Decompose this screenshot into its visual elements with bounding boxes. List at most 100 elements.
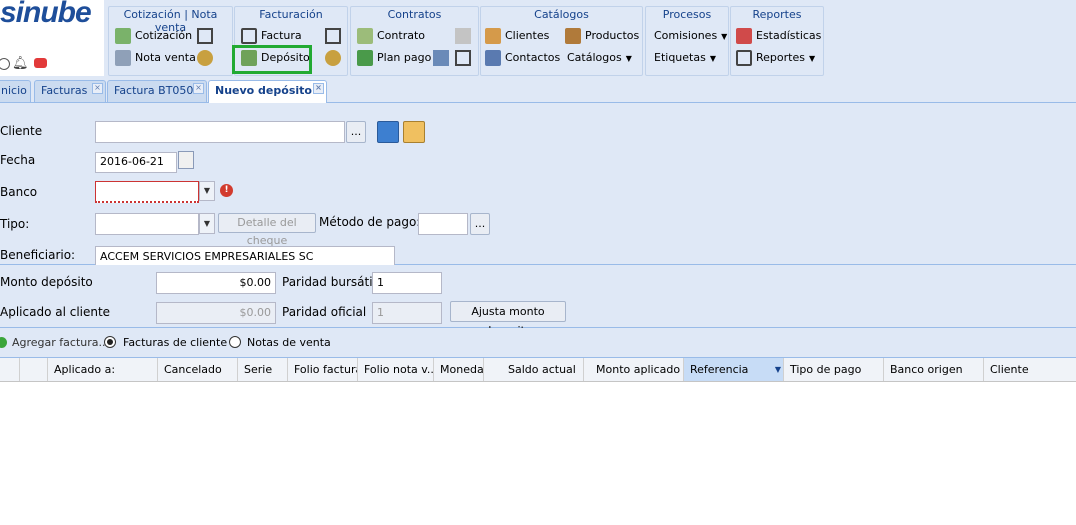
banco-select[interactable] [95, 181, 199, 203]
ribbon-etiquetas[interactable]: Etiquetas ▼ [654, 49, 716, 67]
cart-icon [115, 50, 131, 66]
qr-icon [241, 28, 257, 44]
edit-icon[interactable] [455, 28, 471, 44]
radio-facturas-cliente[interactable] [104, 336, 116, 348]
detalle-cheque-button[interactable]: Detalle del cheque [218, 213, 316, 247]
column-header-saldo-actual[interactable]: Saldo actual [484, 358, 584, 381]
ribbon-estadisticas[interactable]: Estadísticas [736, 27, 821, 45]
ribbon-nota-venta-label: Nota venta [135, 51, 196, 64]
aplicado-cliente-field: $0.00 [156, 302, 276, 324]
metodo-lookup-button[interactable]: ... [470, 213, 490, 235]
ribbon-contrato-label: Contrato [377, 29, 426, 42]
ribbon-nota-venta[interactable]: Nota venta [115, 49, 196, 67]
agregar-factura-button[interactable]: Agregar factura... [12, 336, 109, 349]
payment-plan-icon [357, 50, 373, 66]
column-header-monto-aplicado[interactable]: Monto aplicado [584, 358, 684, 381]
ribbon-comisiones[interactable]: Comisiones ▼ [654, 27, 727, 45]
ribbon-plan-pago[interactable]: Plan pago [357, 49, 431, 67]
tab-inicio[interactable]: nicio [0, 80, 31, 102]
ribbon-reportes[interactable]: Reportes ▼ [736, 49, 815, 67]
ribbon-contactos[interactable]: Contactos [485, 49, 560, 67]
client-card-icon[interactable] [403, 121, 425, 143]
tab-factura-bt050[interactable]: Factura BT050 × [107, 80, 207, 102]
fecha-field[interactable]: 2016-06-21 [95, 152, 177, 173]
ribbon-toolbar: sinube 🔔︎ Cotización | Nota venta Cotiza… [0, 0, 1076, 78]
column-header-cliente[interactable]: Cliente [984, 358, 1076, 381]
group-title-contratos: Contratos [387, 8, 442, 21]
group-procesos: Procesos Comisiones ▼ Etiquetas ▼ [645, 6, 729, 76]
qr-search-icon[interactable] [325, 28, 341, 44]
calculator-icon [115, 28, 131, 44]
chevron-down-icon[interactable]: ▼ [199, 181, 215, 201]
grid-header: Aplicado a: Cancelado Serie Folio factur… [0, 358, 1076, 382]
chevron-down-icon[interactable]: ▼ [775, 358, 781, 381]
cliente-lookup-button[interactable]: ... [346, 121, 366, 143]
chevron-down-icon[interactable]: ▼ [199, 213, 215, 234]
refresh-icon[interactable] [377, 121, 399, 143]
ribbon-catalogos-menu[interactable]: Catálogos ▼ [567, 49, 632, 67]
qr-search-icon[interactable] [197, 28, 213, 44]
chevron-down-icon: ▼ [625, 54, 632, 63]
monto-deposito-label: Monto depósito [0, 275, 93, 289]
plan-search-icon[interactable] [433, 50, 449, 66]
paridad-oficial-label: Paridad oficial [282, 305, 367, 319]
deposito-highlight [232, 45, 312, 74]
grid-body [0, 382, 1076, 525]
column-header-tipo-pago[interactable]: Tipo de pago [784, 358, 884, 381]
ribbon-catalogos-label: Catálogos [567, 51, 622, 64]
ribbon-factura-label: Factura [261, 29, 302, 42]
close-icon[interactable]: × [92, 83, 103, 94]
ribbon-contactos-label: Contactos [505, 51, 561, 64]
ribbon-clientes[interactable]: Clientes [485, 27, 549, 45]
error-icon: ! [220, 184, 233, 197]
tipo-select[interactable] [95, 213, 199, 235]
chevron-down-icon: ▼ [709, 54, 716, 63]
tab-factura-label: Factura BT050 [114, 84, 194, 97]
group-catalogos: Catálogos Clientes Contactos Productos C… [480, 6, 643, 76]
close-icon[interactable]: × [313, 83, 324, 94]
column-header-check[interactable] [20, 358, 48, 381]
monto-deposito-field[interactable]: $0.00 [156, 272, 276, 294]
tab-facturas[interactable]: Facturas × [34, 80, 106, 102]
column-header-banco-origen[interactable]: Banco origen [884, 358, 984, 381]
ajusta-monto-button[interactable]: Ajusta monto deposito [450, 301, 566, 337]
bell-icon[interactable]: 🔔︎ [12, 56, 29, 71]
column-header-folio-nota[interactable]: Folio nota v... [358, 358, 434, 381]
ribbon-productos[interactable]: Productos [565, 27, 639, 45]
column-header-serie[interactable]: Serie [238, 358, 288, 381]
column-header-referencia-label: Referencia [690, 363, 749, 376]
amounts-section: Monto depósito $0.00 Paridad bursátil 1 … [0, 265, 1076, 337]
column-header-spacer [0, 358, 20, 381]
add-icon[interactable] [0, 337, 7, 348]
paridad-bursatil-field[interactable]: 1 [372, 272, 442, 294]
paridad-bursatil-label: Paridad bursátil [282, 275, 376, 289]
metodo-pago-label: Método de pago: [319, 215, 421, 229]
paridad-oficial-field: 1 [372, 302, 442, 324]
tab-facturas-label: Facturas [41, 84, 88, 97]
radio-notas-venta[interactable] [229, 336, 241, 348]
chat-icon[interactable] [34, 58, 47, 68]
metodo-pago-field[interactable] [418, 213, 468, 235]
ribbon-etiquetas-label: Etiquetas [654, 51, 706, 64]
tab-nuevo-deposito[interactable]: Nuevo depósito × [208, 80, 327, 103]
column-header-aplicado[interactable]: Aplicado a: [48, 358, 158, 381]
ribbon-plan-pago-label: Plan pago [377, 51, 432, 64]
close-icon[interactable]: × [193, 83, 204, 94]
calendar-icon[interactable] [178, 151, 194, 169]
ribbon-cotizacion[interactable]: Cotización [115, 27, 192, 45]
ribbon-estadisticas-label: Estadísticas [756, 29, 822, 42]
column-header-cancelado[interactable]: Cancelado [158, 358, 238, 381]
ribbon-contrato[interactable]: Contrato [357, 27, 425, 45]
column-header-folio-factura[interactable]: Folio factura [288, 358, 358, 381]
ribbon-reportes-label: Reportes [756, 51, 805, 64]
column-header-moneda[interactable]: Moneda [434, 358, 484, 381]
ribbon-factura[interactable]: Factura [241, 27, 302, 45]
tab-nuevo-deposito-label: Nuevo depósito [215, 84, 312, 97]
help-icon[interactable] [0, 58, 10, 70]
cliente-field[interactable] [95, 121, 345, 143]
search-icon[interactable] [325, 50, 341, 66]
qr-icon[interactable] [455, 50, 471, 66]
deposit-form: Cliente ... Fecha 2016-06-21 Banco ▼ ! T… [0, 103, 1076, 268]
search-icon[interactable] [197, 50, 213, 66]
column-header-referencia[interactable]: Referencia ▼ [684, 358, 784, 381]
